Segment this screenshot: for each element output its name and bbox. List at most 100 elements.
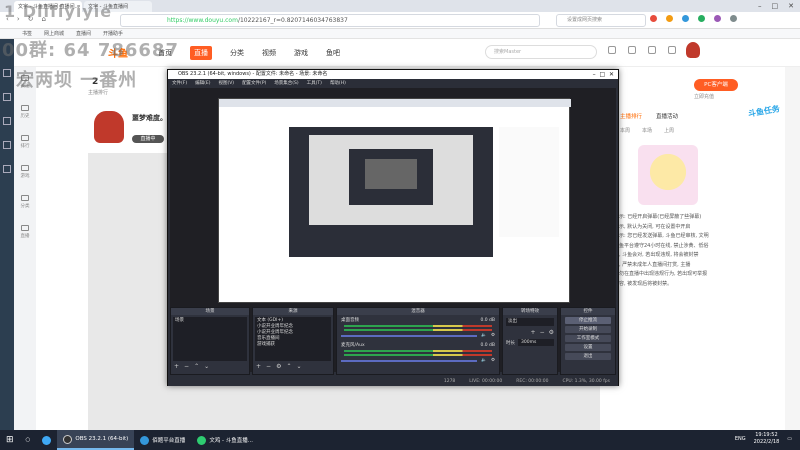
source-list[interactable]: 文本 (GDI+) 小说开业周年纪念 小说开业周年纪念 音乐直播间 游戏捕获 bbox=[255, 317, 331, 361]
tab-anchor-rank[interactable]: 主播排行 bbox=[620, 112, 642, 120]
close-icon[interactable]: ✕ bbox=[788, 2, 794, 10]
gear-icon[interactable]: ⚙ bbox=[276, 363, 281, 370]
streamer-avatar[interactable] bbox=[94, 111, 124, 143]
volume-slider[interactable] bbox=[341, 334, 478, 337]
speaker-icon[interactable]: 🔈 bbox=[481, 358, 487, 363]
search-hint: 设置成网页搜索 bbox=[567, 17, 603, 23]
gear-icon[interactable]: ⚙ bbox=[491, 358, 495, 363]
studio-mode-button[interactable]: 工作室模式 bbox=[565, 335, 611, 342]
side-history[interactable]: 历史 bbox=[14, 97, 36, 127]
sidebar-icon[interactable] bbox=[3, 93, 11, 101]
remove-icon[interactable]: − bbox=[540, 329, 545, 336]
taskbar-item-douyu[interactable]: 文鸡 - 斗鱼直播... bbox=[191, 430, 259, 450]
lang-indicator[interactable]: ENG bbox=[735, 436, 746, 442]
up-icon[interactable]: ⌃ bbox=[286, 363, 291, 370]
watermark-line: 1 Dlifiyiyie bbox=[4, 2, 113, 21]
notification-icon[interactable]: ▭ bbox=[787, 436, 792, 442]
start-button[interactable]: ⊞ bbox=[0, 430, 20, 450]
ext-icon[interactable] bbox=[666, 15, 673, 22]
remove-icon[interactable]: − bbox=[184, 363, 189, 370]
sidebar-icon[interactable] bbox=[3, 141, 11, 149]
nav-category[interactable]: 分类 bbox=[230, 48, 244, 58]
dock-title: 控件 bbox=[561, 308, 615, 315]
tab-live-activity[interactable]: 直播活动 bbox=[656, 112, 678, 120]
ext-icon[interactable] bbox=[650, 15, 657, 22]
history-icon[interactable] bbox=[608, 46, 616, 54]
url-bar[interactable]: https://www.douyu.com/10222167_r=0.82071… bbox=[120, 14, 540, 27]
up-icon[interactable]: ⌃ bbox=[194, 363, 199, 370]
start-recording-button[interactable]: 开始录制 bbox=[565, 326, 611, 333]
browser-search-box[interactable]: 设置成网页搜索 bbox=[556, 14, 646, 27]
right-subtabs: 本周 本场 上周 bbox=[620, 125, 740, 135]
search-icon: ○ bbox=[25, 437, 31, 443]
nav-yuba[interactable]: 鱼吧 bbox=[326, 48, 340, 58]
settings-button[interactable]: 设置 bbox=[565, 344, 611, 351]
scene-list[interactable]: 场景 bbox=[173, 317, 247, 361]
ext-icon[interactable] bbox=[714, 15, 721, 22]
sidebar-icon[interactable] bbox=[3, 117, 11, 125]
obs-menu-scene-collection[interactable]: 场景集合(S) bbox=[274, 80, 298, 86]
sidebar-icon[interactable] bbox=[3, 69, 11, 77]
user-avatar[interactable] bbox=[686, 42, 700, 58]
add-icon[interactable]: + bbox=[531, 329, 536, 336]
stop-streaming-button[interactable]: 停止推流 bbox=[565, 317, 611, 324]
side-rank[interactable]: 排行 bbox=[14, 127, 36, 157]
add-icon[interactable]: + bbox=[174, 363, 179, 370]
down-icon[interactable]: ⌄ bbox=[296, 363, 301, 370]
recharge-link[interactable]: 立即充值 bbox=[694, 93, 714, 100]
side-game[interactable]: 游戏 bbox=[14, 157, 36, 187]
obs-menu-file[interactable]: 文件(F) bbox=[172, 80, 187, 86]
obs-menu-edit[interactable]: 编辑(E) bbox=[195, 80, 210, 86]
down-icon[interactable]: ⌄ bbox=[204, 363, 209, 370]
follow-icon[interactable] bbox=[628, 46, 636, 54]
ext-icon[interactable] bbox=[682, 15, 689, 22]
mixer-track: 桌面音频 0.0 dB 🔈 ⚙ bbox=[337, 315, 499, 340]
download-icon[interactable] bbox=[668, 46, 676, 54]
sidebar-icon[interactable] bbox=[3, 165, 11, 173]
audio-meter bbox=[344, 325, 492, 327]
obs-window-controls[interactable]: – □ ✕ bbox=[593, 70, 614, 79]
nav-game[interactable]: 游戏 bbox=[294, 48, 308, 58]
nav-live[interactable]: 直播 bbox=[190, 45, 212, 60]
pc-client-button[interactable]: PC客户端 bbox=[694, 79, 738, 91]
obs-menu-profile[interactable]: 配置文件(P) bbox=[242, 80, 266, 86]
recursive-capture bbox=[218, 98, 571, 303]
taskbar-item-browser[interactable]: 佰题平台直播 bbox=[134, 430, 191, 450]
nav-video[interactable]: 视频 bbox=[262, 48, 276, 58]
volume-slider[interactable] bbox=[341, 359, 478, 362]
speaker-icon[interactable]: 🔈 bbox=[481, 333, 487, 338]
obs-menu-help[interactable]: 帮助(H) bbox=[330, 80, 346, 86]
windows-taskbar: ⊞ ○ OBS 23.2.1 (64-bit) 佰题平台直播 文鸡 - 斗鱼直播… bbox=[0, 430, 800, 450]
browser-title-bar: 文字 - 斗鱼直播间 直播间... 文字 - 斗鱼直播间 – □ ✕ bbox=[0, 0, 800, 12]
browser-sidebar bbox=[0, 39, 14, 430]
scene-item[interactable]: 场景 bbox=[175, 318, 245, 324]
exit-button[interactable]: 退出 bbox=[565, 353, 611, 360]
taskbar-edge[interactable] bbox=[36, 430, 57, 450]
transition-select[interactable]: 淡出 bbox=[506, 318, 554, 326]
subtab-week[interactable]: 本周 bbox=[620, 127, 630, 134]
taskbar-item-obs[interactable]: OBS 23.2.1 (64-bit) bbox=[57, 430, 135, 450]
gear-icon[interactable]: ⚙ bbox=[491, 333, 495, 338]
add-icon[interactable]: + bbox=[256, 363, 261, 370]
right-scrollbar[interactable] bbox=[785, 67, 800, 430]
obs-status-bar: 1278 LIVE: 00:00:00 REC: 00:00:00 CPU: 1… bbox=[168, 377, 618, 386]
source-item[interactable]: 游戏捕获 bbox=[257, 342, 329, 348]
minimize-icon[interactable]: – bbox=[758, 2, 762, 10]
trophy-icon bbox=[21, 135, 29, 141]
duration-input[interactable]: 300ms bbox=[518, 339, 554, 346]
subtab-last-week[interactable]: 上周 bbox=[664, 127, 674, 134]
subtab-session[interactable]: 本场 bbox=[642, 127, 652, 134]
side-category[interactable]: 分类 bbox=[14, 187, 36, 217]
maximize-icon[interactable]: □ bbox=[772, 2, 779, 10]
ext-icon[interactable] bbox=[698, 15, 705, 22]
obs-menu-view[interactable]: 视图(V) bbox=[218, 80, 234, 86]
remove-icon[interactable]: − bbox=[266, 363, 271, 370]
menu-icon[interactable] bbox=[730, 15, 737, 22]
side-live[interactable]: 直播 bbox=[14, 217, 36, 247]
clock[interactable]: 19:19:52 2022/2/18 bbox=[754, 432, 780, 446]
douyu-search-input[interactable]: 搜索Master bbox=[485, 45, 597, 59]
obs-menu-tools[interactable]: 工具(T) bbox=[307, 80, 322, 86]
taskbar-search[interactable]: ○ bbox=[20, 430, 37, 450]
gear-icon[interactable]: ⚙ bbox=[549, 329, 554, 336]
message-icon[interactable] bbox=[648, 46, 656, 54]
